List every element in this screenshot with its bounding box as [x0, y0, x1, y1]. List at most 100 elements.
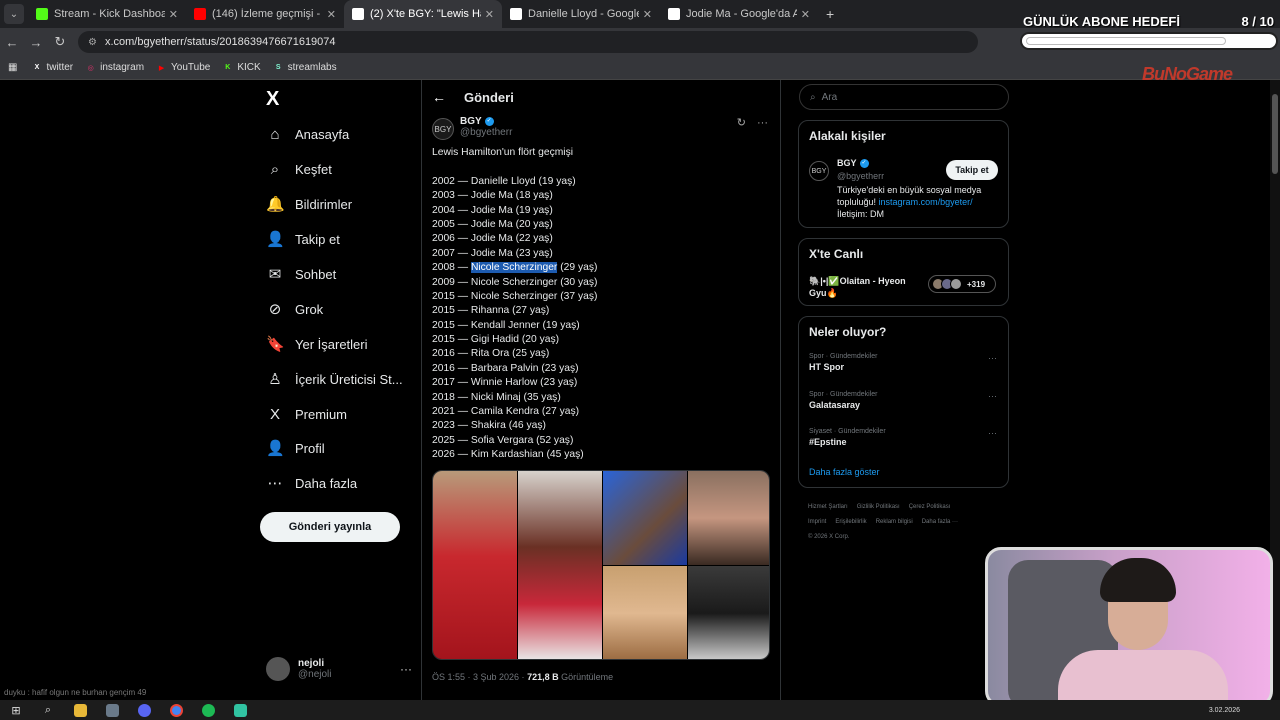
more-icon[interactable]: ··· — [988, 353, 997, 363]
post-line — [432, 160, 772, 174]
post-author[interactable]: BGY BGY ✓ @bgyetherr — [432, 116, 512, 140]
related-name-row[interactable]: BGY ✓ — [837, 158, 869, 168]
search-input[interactable]: ⌕ Ara — [799, 84, 1009, 110]
post-button[interactable]: Gönderi yayınla — [260, 512, 400, 542]
author-name-row[interactable]: BGY ✓ — [460, 116, 512, 127]
photo-4[interactable] — [688, 471, 769, 565]
related-avatar[interactable]: BGY — [809, 161, 829, 181]
tab-title: Stream - Kick Dashboard — [54, 8, 165, 20]
bookmark-streamlabs[interactable]: Sstreamlabs — [273, 62, 337, 73]
spotify-icon[interactable] — [192, 703, 224, 717]
follow-button[interactable]: Takip et — [946, 160, 998, 180]
forward-icon[interactable]: → — [24, 35, 48, 50]
tab-title: Jodie Ma - Google'da Ara — [686, 8, 797, 20]
footer-link[interactable]: Imprint — [808, 519, 826, 525]
live-space-title[interactable]: 🐘|•|✅Olaitan - Hyeon Gyu🔥 — [809, 275, 924, 299]
live-listeners[interactable]: +319 — [928, 275, 996, 293]
related-link[interactable]: instagram.com/bgyeter/ — [879, 197, 973, 207]
discord-icon[interactable] — [128, 703, 160, 717]
page-title: Gönderi — [464, 89, 514, 105]
nav-item-premium[interactable]: X Premium — [266, 400, 347, 428]
footer-link[interactable]: Hizmet Şartları — [808, 504, 848, 510]
tab-search-icon[interactable]: ⌄ — [4, 4, 24, 24]
nav-item-grok[interactable]: ⊘ Grok — [266, 295, 323, 323]
more-icon[interactable]: ··· — [400, 662, 412, 676]
browser-tab[interactable]: Stream - Kick Dashboard ✕ — [28, 0, 186, 28]
browser-tab[interactable]: (2) X'te BGY: "Lewis Hamilton'un ✕ — [344, 0, 502, 28]
nav-item-takip[interactable]: 👤 Takip et — [266, 225, 340, 253]
close-icon[interactable]: ✕ — [801, 8, 810, 21]
more-icon[interactable]: ··· — [988, 391, 997, 401]
post-line-text: 2015 — Gigi Hadid (20 yaş) — [432, 334, 560, 346]
footer-link[interactable]: Daha fazla ··· — [922, 519, 958, 525]
windows-start-icon[interactable]: ⊞ — [0, 704, 32, 717]
profile-icon: 👤 — [266, 440, 285, 457]
site-info-icon[interactable]: ⚙ — [88, 37, 97, 48]
back-arrow-icon[interactable]: ← — [432, 89, 456, 105]
trend-name: HT Spor — [809, 362, 844, 372]
account-switcher[interactable]: nejoli @nejoli ··· — [266, 654, 416, 684]
show-more-link[interactable]: Daha fazla göster — [809, 467, 880, 477]
bookmark-icon: K — [225, 64, 231, 71]
x-logo-icon[interactable]: X — [266, 88, 279, 111]
new-tab-button[interactable]: + — [826, 6, 834, 22]
mail-icon: ✉ — [268, 266, 282, 283]
more-icon[interactable]: ··· — [757, 117, 768, 129]
streamlabs-icon[interactable] — [224, 703, 256, 717]
photo-3[interactable] — [603, 471, 687, 565]
photo-2[interactable] — [518, 471, 602, 659]
apps-icon[interactable]: ▦ — [8, 62, 17, 73]
trend-item[interactable]: Spor · Gündemdekiler Galatasaray ··· — [809, 391, 999, 410]
nav-item-keşfet[interactable]: ⌕ Keşfet — [266, 155, 332, 183]
post-line-text: 2015 — Kendall Jenner (19 yaş) — [432, 319, 580, 331]
browser-tab[interactable]: (146) İzleme geçmişi - YouTube ✕ — [186, 0, 344, 28]
more-icon[interactable]: ··· — [988, 428, 997, 438]
nav-item-sohbet[interactable]: ✉ Sohbet — [266, 260, 337, 288]
reload-icon[interactable]: ↻ — [48, 34, 72, 50]
photo-1[interactable] — [433, 471, 517, 659]
selected-text[interactable]: Nicole Scherzinger — [470, 262, 558, 274]
post-media[interactable] — [432, 470, 770, 660]
trend-item[interactable]: Spor · Gündemdekiler HT Spor ··· — [809, 353, 999, 372]
address-bar[interactable]: ⚙ x.com/bgyetherr/status/201863947667161… — [78, 31, 978, 53]
app-icon[interactable] — [96, 703, 128, 717]
close-icon[interactable]: ✕ — [485, 8, 494, 21]
footer-link[interactable]: Reklam bilgisi — [876, 519, 913, 525]
close-icon[interactable]: ✕ — [327, 8, 336, 21]
footer-link[interactable]: Çerez Politikası — [909, 504, 951, 510]
browser-tab[interactable]: Danielle Lloyd - Google'da Ara ✕ — [502, 0, 660, 28]
photo-5[interactable] — [603, 566, 687, 659]
author-avatar[interactable]: BGY — [432, 118, 454, 140]
footer-link[interactable]: Gizlilik Politikası — [857, 504, 900, 510]
nav-item-daha[interactable]: ⋯ Daha fazla — [266, 469, 358, 497]
trend-item[interactable]: Siyaset · Gündemdekiler #Epstine ··· — [809, 428, 999, 447]
bookmark-youtube[interactable]: ▶ YouTube — [156, 62, 211, 73]
close-icon[interactable]: ✕ — [169, 8, 178, 21]
post-line: 2021 — Camila Kendra (27 yaş) — [432, 405, 772, 419]
footer-link[interactable]: Erişilebilirlik — [835, 519, 866, 525]
photo-6[interactable] — [688, 566, 769, 659]
nav-item-label: Profil — [295, 440, 325, 456]
nav-item-label: Keşfet — [295, 161, 332, 177]
nav-item-profil[interactable]: 👤 Profil — [266, 434, 325, 462]
scrollbar-thumb[interactable] — [1272, 94, 1278, 174]
nav-item-bildirimler[interactable]: 🔔 Bildirimler — [266, 190, 352, 218]
back-icon[interactable]: ← — [0, 35, 24, 50]
nav-item-içerik[interactable]: ♙ İçerik Üreticisi St... — [266, 365, 402, 393]
x-premium-icon: X — [269, 405, 280, 423]
file-explorer-icon[interactable] — [64, 703, 96, 717]
bookmark-instagram[interactable]: ◎ instagram — [85, 62, 144, 73]
browser-tab[interactable]: Jodie Ma - Google'da Ara ✕ — [660, 0, 818, 28]
bookmark-kick[interactable]: K KICK — [222, 62, 260, 73]
bookmark-twitter[interactable]: Xtwitter — [31, 62, 74, 73]
taskbar: ⊞ ⌕ — [0, 700, 1280, 720]
grok-icon[interactable]: ↻ — [737, 117, 746, 129]
post-timestamp[interactable]: ÖS 1:55 · 3 Şub 2026 · — [432, 672, 527, 682]
nav-item-yer[interactable]: 🔖 Yer İşaretleri — [266, 330, 368, 358]
close-icon[interactable]: ✕ — [643, 8, 652, 21]
search-icon[interactable]: ⌕ — [32, 704, 64, 717]
post-line-text: 2004 — Jodie Ma (19 yaş) — [432, 204, 553, 216]
nav-item-anasayfa[interactable]: ⌂ Anasayfa — [266, 120, 349, 148]
account-handle: @nejoli — [298, 669, 332, 680]
chrome-icon[interactable] — [160, 703, 192, 717]
